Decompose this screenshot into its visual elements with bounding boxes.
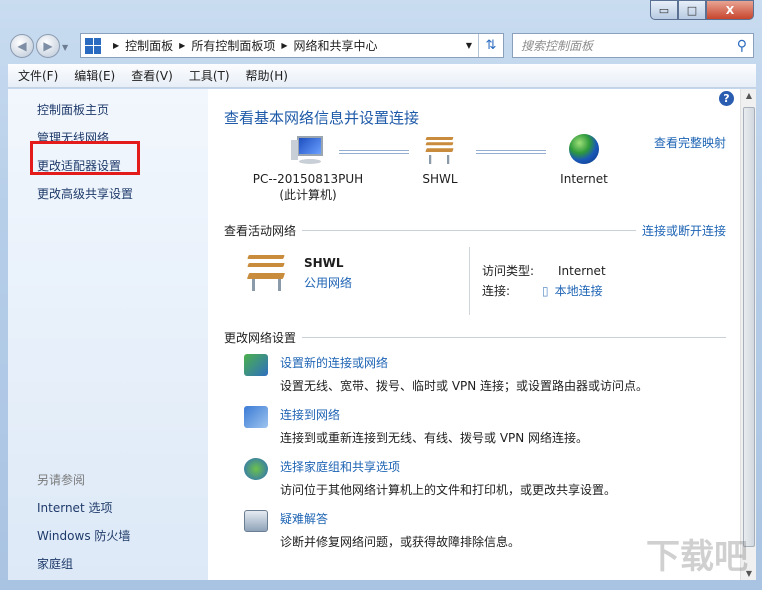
search-icon[interactable]: ⚲	[737, 38, 747, 54]
computer-name: PC--20150813PUH	[252, 172, 364, 186]
task-description: 设置无线、宽带、拨号、临时或 VPN 连接；或设置路由器或访问点。	[280, 379, 649, 393]
see-also-heading: 另请参阅	[37, 473, 86, 487]
connection-line	[476, 150, 546, 154]
sidebar-control-panel-home[interactable]: 控制面板主页	[37, 101, 208, 118]
vertical-scrollbar[interactable]: ▲ ▼	[740, 89, 756, 580]
main-panel: ? 查看基本网络信息并设置连接 查看完整映射 PC--20150813PUH (…	[208, 89, 740, 580]
breadcrumb-separator-icon[interactable]: ▶	[113, 41, 119, 50]
troubleshoot-link[interactable]: 疑难解答	[280, 510, 520, 527]
node-computer[interactable]: PC--20150813PUH (此计算机)	[248, 134, 368, 203]
close-button[interactable]: X	[706, 0, 754, 20]
divider	[302, 230, 636, 231]
forward-button[interactable]: ▶	[36, 34, 60, 58]
see-also-internet-options[interactable]: Internet 选项	[37, 499, 130, 516]
minimize-button[interactable]: ▭	[650, 0, 678, 20]
navigation-buttons: ◀ ▶ ▼	[10, 34, 68, 58]
back-button[interactable]: ◀	[10, 34, 34, 58]
scroll-up-icon[interactable]: ▲	[741, 91, 757, 100]
task-connect-network: 连接到网络连接到或重新连接到无线、有线、拨号或 VPN 网络连接。	[224, 406, 726, 446]
window-controls: ▭ □ X	[650, 0, 754, 20]
address-bar[interactable]: ▶ 控制面板 ▶ 所有控制面板项 ▶ 网络和共享中心 ▼ ⇅	[80, 33, 504, 58]
connection-label: 连接:	[482, 284, 511, 298]
breadcrumb-control-panel[interactable]: 控制面板	[125, 37, 173, 54]
network-type-link[interactable]: 公用网络	[304, 276, 352, 290]
menu-bar: 文件(F) 编辑(E) 查看(V) 工具(T) 帮助(H)	[8, 64, 756, 88]
content-area: 控制面板主页 管理无线网络 更改适配器设置 更改高级共享设置 另请参阅 Inte…	[8, 89, 756, 580]
search-input[interactable]: 搜索控制面板 ⚲	[512, 33, 754, 58]
network-map: 查看完整映射 PC--20150813PUH (此计算机) SHWL Inter…	[224, 128, 726, 218]
menu-file[interactable]: 文件(F)	[18, 67, 58, 84]
new-connection-link[interactable]: 设置新的连接或网络	[280, 354, 648, 371]
task-homegroup: 选择家庭组和共享选项 访问位于其他网络计算机上的文件和打印机，或更改共享设置。	[224, 458, 726, 498]
connect-network-icon	[244, 406, 268, 428]
connect-network-link[interactable]: 连接到网络	[280, 406, 588, 423]
maximize-button[interactable]: □	[678, 0, 706, 20]
control-panel-icon	[85, 37, 101, 54]
breadcrumb-all-items[interactable]: 所有控制面板项	[191, 37, 275, 54]
page-title: 查看基本网络信息并设置连接	[224, 109, 420, 127]
breadcrumb-separator-icon[interactable]: ▶	[281, 41, 287, 50]
network-name: SHWL	[422, 172, 458, 186]
computer-subtitle: (此计算机)	[279, 188, 337, 202]
divider	[302, 337, 726, 338]
forward-arrow-icon: ▶	[43, 39, 53, 53]
local-connection-link[interactable]: 本地连接	[555, 284, 603, 298]
highlight-box	[30, 141, 140, 175]
back-arrow-icon: ◀	[17, 39, 27, 53]
menu-help[interactable]: 帮助(H)	[246, 67, 288, 84]
task-new-connection: 设置新的连接或网络 设置无线、宽带、拨号、临时或 VPN 连接；或设置路由器或访问…	[224, 354, 726, 394]
computer-icon	[291, 134, 325, 166]
node-network[interactable]: SHWL	[418, 134, 462, 186]
active-network-name: SHWL	[304, 256, 344, 270]
homegroup-icon	[244, 458, 268, 480]
see-also: 另请参阅 Internet 选项 Windows 防火墙 家庭组	[37, 471, 130, 583]
help-icon[interactable]: ?	[719, 91, 734, 106]
active-networks-header: 查看活动网络 连接或断开连接	[224, 222, 726, 239]
recent-pages-dropdown-icon[interactable]: ▼	[62, 43, 68, 58]
change-settings-heading: 更改网络设置	[224, 331, 297, 345]
internet-label: Internet	[560, 172, 608, 186]
see-also-homegroup[interactable]: 家庭组	[37, 555, 130, 572]
change-settings-header: 更改网络设置	[224, 329, 726, 346]
sidebar-advanced-sharing[interactable]: 更改高级共享设置	[37, 185, 208, 202]
menu-tools[interactable]: 工具(T)	[189, 67, 230, 84]
scroll-thumb[interactable]	[743, 107, 755, 547]
troubleshoot-icon	[244, 510, 268, 532]
connect-disconnect-link[interactable]: 连接或断开连接	[642, 222, 726, 239]
public-network-icon	[244, 251, 292, 291]
sidebar: 控制面板主页 管理无线网络 更改适配器设置 更改高级共享设置 另请参阅 Inte…	[8, 89, 208, 580]
homegroup-link[interactable]: 选择家庭组和共享选项	[280, 458, 616, 475]
globe-icon	[567, 134, 601, 166]
node-internet[interactable]: Internet	[554, 134, 614, 186]
task-description: 访问位于其他网络计算机上的文件和打印机，或更改共享设置。	[280, 483, 617, 497]
adapter-icon: ▯	[542, 284, 549, 298]
address-dropdown-icon[interactable]: ▼	[460, 34, 479, 57]
menu-edit[interactable]: 编辑(E)	[74, 67, 115, 84]
see-also-firewall[interactable]: Windows 防火墙	[37, 527, 130, 544]
connection-line	[339, 150, 409, 154]
refresh-icon[interactable]: ⇅	[479, 38, 503, 53]
watermark: 下载吧	[646, 537, 748, 577]
new-connection-icon	[244, 354, 268, 376]
breadcrumb-separator-icon[interactable]: ▶	[179, 41, 185, 50]
active-network: SHWL 公用网络 访问类型: Internet 连接: ▯ 本地连接	[224, 247, 726, 315]
access-type-value: Internet	[558, 264, 606, 278]
active-networks-heading: 查看活动网络	[224, 224, 297, 238]
bench-icon	[423, 134, 457, 166]
search-placeholder: 搜索控制面板	[521, 39, 594, 53]
view-full-map-link[interactable]: 查看完整映射	[654, 134, 726, 151]
menu-view[interactable]: 查看(V)	[131, 67, 173, 84]
task-description: 诊断并修复网络问题，或获得故障排除信息。	[280, 535, 521, 549]
breadcrumb-network-center[interactable]: 网络和共享中心	[294, 37, 378, 54]
access-type-label: 访问类型:	[482, 264, 535, 278]
task-description: 连接到或重新连接到无线、有线、拨号或 VPN 网络连接。	[280, 431, 589, 445]
